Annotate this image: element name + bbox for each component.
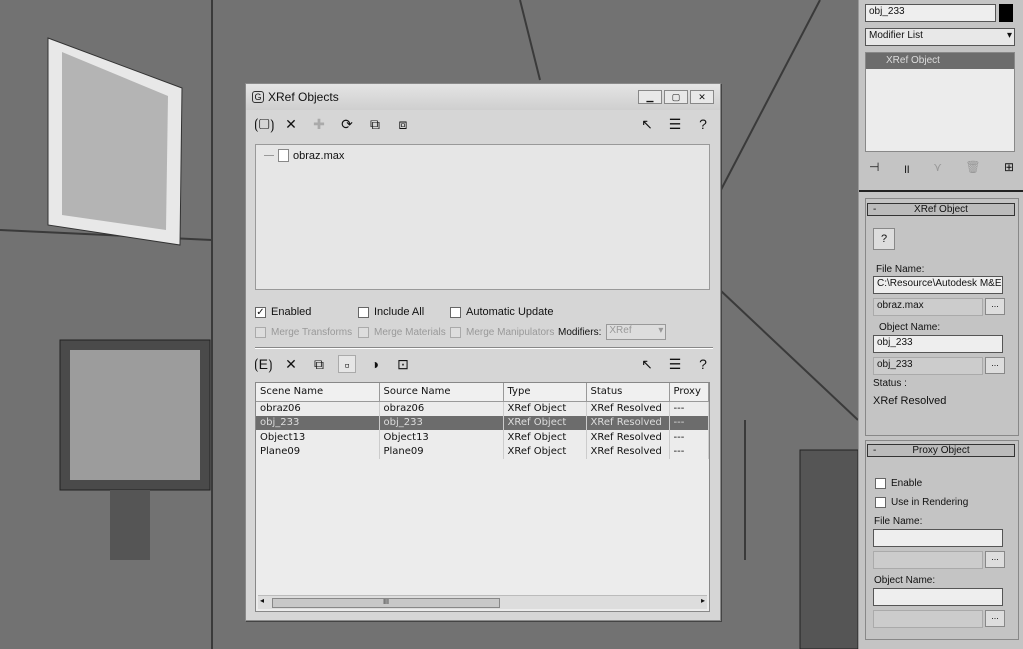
proxy-object-name-input[interactable] bbox=[873, 588, 1003, 606]
create-xref-icon[interactable]: ⟮▢⟯ bbox=[254, 115, 275, 133]
merge-object-icon[interactable]: ⧉ bbox=[310, 355, 328, 373]
object-name-input[interactable]: obj_233 bbox=[873, 335, 1003, 353]
minimize-button[interactable]: ▁ bbox=[638, 90, 662, 104]
xref-object-rollout-header[interactable]: - XRef Object bbox=[867, 203, 1015, 216]
modifier-stack[interactable]: XRef Object bbox=[865, 52, 1015, 152]
enable-proxy-checkbox[interactable]: Enable bbox=[875, 478, 922, 489]
column-header-status[interactable]: Status bbox=[586, 383, 670, 402]
make-unique-icon[interactable]: ⋎ bbox=[933, 160, 942, 177]
file-path-field[interactable]: C:\Resource\Autodesk M&E' bbox=[873, 276, 1003, 294]
horizontal-scrollbar[interactable]: ◂ III ▸ bbox=[258, 595, 707, 609]
remove-object-icon[interactable]: ✕ bbox=[282, 355, 300, 373]
file-icon bbox=[278, 149, 289, 162]
use-in-rendering-checkbox[interactable]: Use in Rendering bbox=[875, 497, 968, 508]
column-header-scene-name[interactable]: Scene Name bbox=[256, 383, 380, 402]
automatic-update-checkbox[interactable]: Automatic Update bbox=[450, 306, 553, 318]
divider bbox=[859, 190, 1023, 192]
merge-transforms-checkbox[interactable]: Merge Transforms bbox=[255, 326, 358, 338]
scroll-left-icon[interactable]: ◂ bbox=[260, 596, 264, 605]
create-xref-object-icon[interactable]: ⟮E⟯ bbox=[254, 355, 273, 373]
remove-modifier-icon[interactable]: 🗑 bbox=[965, 160, 980, 177]
proxy-browse-file-button[interactable]: ... bbox=[985, 551, 1005, 568]
browse-object-button[interactable]: ... bbox=[985, 357, 1005, 374]
table-row[interactable]: Plane09 Plane09 XRef Object XRef Resolved --… bbox=[256, 444, 709, 459]
dialog-title: XRef Objects bbox=[268, 90, 339, 104]
modifier-list-dropdown[interactable]: Modifier List ▾ bbox=[865, 28, 1015, 46]
browse-file-button[interactable]: ... bbox=[985, 298, 1005, 315]
stack-item-xref-object[interactable]: XRef Object bbox=[866, 53, 1014, 69]
proxy-browse-object-button[interactable]: ... bbox=[985, 610, 1005, 627]
list-materials-icon[interactable]: ◑ bbox=[366, 355, 384, 373]
merge-icon[interactable]: ⧉ bbox=[366, 115, 384, 133]
proxy-object-value-field[interactable] bbox=[873, 610, 983, 628]
configure-sets-icon[interactable]: ⊞ bbox=[1004, 160, 1014, 177]
file-name: obraz.max bbox=[293, 149, 345, 162]
enabled-checkbox[interactable]: ✓ Enabled bbox=[255, 306, 358, 318]
status-value: XRef Resolved bbox=[873, 395, 947, 407]
divider bbox=[255, 347, 713, 349]
pin-stack-icon[interactable]: ⊣ bbox=[869, 160, 879, 177]
command-panel: obj_233 Modifier List ▾ XRef Object ⊣ ॥ ⋎… bbox=[858, 0, 1023, 649]
file-value-field[interactable]: obraz.max bbox=[873, 298, 983, 316]
file-name-label: File Name: bbox=[876, 264, 925, 275]
scrollbar-thumb[interactable]: III bbox=[272, 598, 500, 608]
file-node[interactable]: obraz.max bbox=[264, 149, 344, 162]
object-name-label: Object Name: bbox=[879, 322, 941, 333]
column-header-proxy[interactable]: Proxy bbox=[669, 383, 709, 402]
include-all-checkbox[interactable]: Include All bbox=[358, 306, 450, 318]
proxy-object-name-label: Object Name: bbox=[874, 575, 936, 586]
table-row[interactable]: Object13 Object13 XRef Object XRef Resolved… bbox=[256, 430, 709, 445]
column-header-type[interactable]: Type bbox=[503, 383, 587, 402]
select-object-icon[interactable]: ↖ bbox=[638, 355, 656, 373]
app-icon: G bbox=[252, 91, 264, 103]
file-toolbar: ⟮▢⟯ ✕ ✚ ⟳ ⧉ ⧈ ↖ ☰ ? bbox=[246, 110, 720, 138]
convert-icon[interactable]: ⧈ bbox=[394, 115, 412, 133]
table-row[interactable]: obraz06 obraz06 XRef Object XRef Resolved --… bbox=[256, 401, 709, 416]
modifiers-label: Modifiers: bbox=[558, 326, 602, 338]
object-name-field[interactable]: obj_233 bbox=[865, 4, 996, 22]
table-row-selected[interactable]: obj_233 obj_233 XRef Object XRef Resolved --… bbox=[256, 415, 709, 430]
close-button[interactable]: ✕ bbox=[690, 90, 714, 104]
help-icon[interactable]: ? bbox=[873, 228, 895, 250]
show-end-result-icon[interactable]: ॥ bbox=[903, 160, 910, 177]
object-color-swatch[interactable] bbox=[999, 4, 1013, 22]
help-icon[interactable]: ? bbox=[694, 115, 712, 133]
proxy-file-value-field[interactable] bbox=[873, 551, 983, 569]
scroll-right-icon[interactable]: ▸ bbox=[701, 596, 705, 605]
merge-manipulators-checkbox[interactable]: Merge Manipulators bbox=[450, 326, 558, 338]
add-icon[interactable]: ✚ bbox=[310, 115, 328, 133]
xref-objects-dialog: G XRef Objects ▁ ▢ ✕ ⟮▢⟯ ✕ ✚ ⟳ ⧉ ⧈ ↖ ☰ ?… bbox=[245, 83, 721, 621]
status-label: Status : bbox=[873, 378, 907, 389]
column-header-source-name[interactable]: Source Name bbox=[379, 383, 504, 402]
list-controllers-icon[interactable]: ⊡ bbox=[394, 355, 412, 373]
object-value-field[interactable]: obj_233 bbox=[873, 357, 983, 375]
title-bar[interactable]: G XRef Objects ▁ ▢ ✕ bbox=[246, 84, 720, 110]
xref-file-list[interactable]: obraz.max bbox=[255, 144, 710, 290]
list-objects-icon[interactable]: ▫ bbox=[338, 355, 356, 373]
select-icon[interactable]: ↖ bbox=[638, 115, 656, 133]
modifiers-dropdown[interactable]: XRef ▾ bbox=[606, 324, 667, 340]
refresh-icon[interactable]: ⟳ bbox=[338, 115, 356, 133]
select-by-name-icon[interactable]: ☰ bbox=[666, 115, 684, 133]
object-toolbar: ⟮E⟯ ✕ ⧉ ▫ ◑ ⊡ ↖ ☰ ? bbox=[246, 350, 720, 378]
maximize-button[interactable]: ▢ bbox=[664, 90, 688, 104]
proxy-file-name-label: File Name: bbox=[874, 516, 923, 527]
help-object-icon[interactable]: ? bbox=[694, 355, 712, 373]
remove-icon[interactable]: ✕ bbox=[282, 115, 300, 133]
proxy-object-rollout-header[interactable]: - Proxy Object bbox=[867, 444, 1015, 457]
proxy-file-path-field[interactable] bbox=[873, 529, 1003, 547]
select-by-name-object-icon[interactable]: ☰ bbox=[666, 355, 684, 373]
merge-materials-checkbox[interactable]: Merge Materials bbox=[358, 326, 450, 338]
xref-objects-table[interactable]: Scene Name Source Name Type Status Proxy… bbox=[255, 382, 710, 612]
